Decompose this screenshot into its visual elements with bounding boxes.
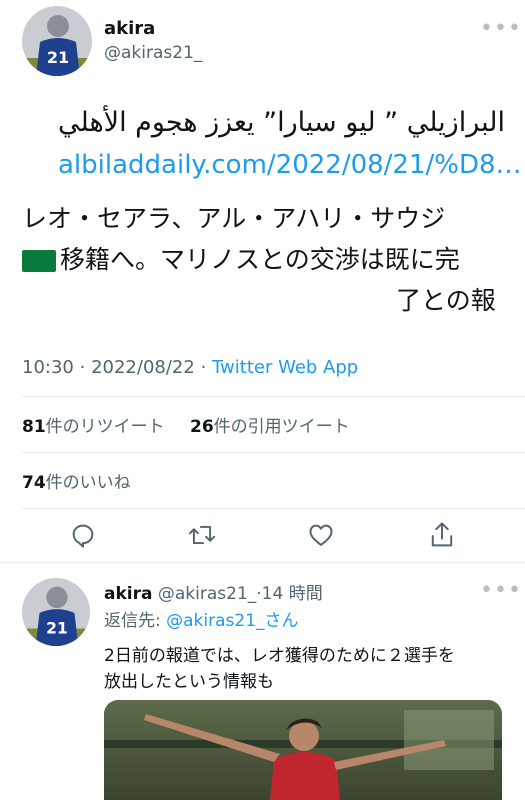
meta-separator: ·	[200, 357, 207, 378]
replying-to-label: 返信先:	[104, 611, 161, 631]
avatar-image: 21	[22, 578, 90, 646]
tweet-meta: 10:30 · 2022/08/22 · Twitter Web App	[22, 357, 358, 378]
share-icon	[431, 522, 453, 547]
quotes-count: 26	[190, 417, 214, 437]
saudi-flag-icon: 🇸🇦	[22, 250, 56, 272]
tweet-text-jp-line3: 了との報	[396, 286, 496, 315]
replying-to: 返信先: @akiras21_さん	[104, 606, 299, 631]
tweet-link[interactable]: albiladdaily.com/2022/08/21/%D8…	[58, 150, 522, 180]
replying-to-handle[interactable]: @akiras21_さん	[166, 611, 298, 631]
reply-icon	[72, 524, 94, 548]
divider	[22, 452, 525, 453]
more-options-icon[interactable]: •••	[480, 16, 522, 41]
tweet-text-jp-line2-text: 移籍へ。マリノスとの交渉は既に完	[60, 245, 460, 274]
reply-media-image[interactable]	[104, 700, 502, 800]
likes-count: 74	[22, 473, 46, 493]
reply-header: akira @akiras21_·14 時間	[104, 579, 323, 604]
likes-label: 件のいいね	[45, 473, 131, 493]
tweet-text-jp-line2: 🇸🇦移籍へ。マリノスとの交渉は既に完	[22, 240, 460, 280]
retweet-button[interactable]	[187, 521, 217, 549]
retweets-count: 81	[22, 417, 46, 437]
reply-author-display-name[interactable]: akira	[104, 584, 152, 604]
author-display-name[interactable]: akira	[104, 18, 155, 39]
retweet-icon	[188, 525, 216, 545]
author-handle[interactable]: @akiras21_	[104, 43, 202, 63]
reply-author-avatar[interactable]: 21	[22, 578, 90, 646]
quotes-label: 件の引用ツイート	[213, 417, 350, 437]
quotes-stat[interactable]: 26件の引用ツイート	[190, 412, 350, 437]
tweet-time[interactable]: 10:30	[22, 357, 74, 378]
reply-text-line1: 2日前の報道では、レオ獲得のために２選手を	[104, 646, 455, 666]
divider	[22, 396, 525, 397]
photo-player-celebrating	[104, 700, 502, 800]
reply-author-handle[interactable]: @akiras21_	[158, 584, 256, 604]
like-button[interactable]	[307, 521, 335, 549]
retweets-label: 件のリツイート	[45, 417, 165, 437]
share-button[interactable]	[428, 520, 456, 550]
avatar-image: 21	[22, 6, 92, 76]
reply-more-options-icon[interactable]: •••	[480, 578, 522, 603]
reply-text-line2: 放出したという情報も	[104, 672, 274, 692]
section-separator	[0, 562, 525, 563]
reply-button[interactable]	[69, 521, 97, 549]
likes-stat[interactable]: 74件のいいね	[22, 468, 131, 493]
tweet-text-arabic: البرازيلي ” ليو سيارا” يعزز هجوم الأهلي	[58, 107, 505, 138]
tweet-source[interactable]: Twitter Web App	[212, 357, 358, 378]
meta-separator: ·	[79, 357, 86, 378]
tweet-date[interactable]: 2022/08/22	[91, 357, 195, 378]
svg-text:21: 21	[47, 48, 69, 67]
author-avatar[interactable]: 21	[22, 6, 92, 76]
reply-time[interactable]: 14 時間	[262, 584, 323, 604]
tweet-text-jp-line1: レオ・セアラ、アル・アハリ・サウジ	[22, 204, 446, 233]
divider	[22, 508, 525, 509]
like-icon	[309, 524, 333, 546]
retweets-stat[interactable]: 81件のリツイート	[22, 412, 165, 437]
svg-text:21: 21	[46, 619, 68, 637]
